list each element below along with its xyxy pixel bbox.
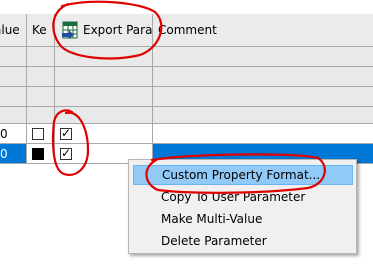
export-cell: ✓ [55, 124, 153, 144]
column-header-value-label: alue [0, 23, 20, 37]
empty-row [0, 47, 373, 67]
checkmark-icon: ✓ [61, 146, 72, 160]
column-header-key-label: Ke [32, 23, 47, 37]
empty-row [0, 87, 373, 107]
menu-item-label: Copy To User Parameter [161, 190, 306, 204]
key-cell [27, 144, 55, 164]
value-text: 0 [0, 147, 8, 161]
menu-item-custom-property-format[interactable]: Custom Property Format... [133, 165, 353, 185]
export-checkbox[interactable]: ✓ [60, 126, 72, 140]
menu-item-copy-to-user-parameter[interactable]: Copy To User Parameter [133, 187, 353, 207]
column-header-export-parameter[interactable]: Export Parar [55, 14, 153, 47]
key-cell [27, 124, 55, 144]
comment-cell[interactable] [153, 124, 373, 144]
column-header-value[interactable]: alue [0, 14, 27, 47]
column-header-comment-label: Comment [158, 23, 217, 37]
empty-row [0, 107, 373, 124]
key-checkbox[interactable] [32, 148, 44, 160]
menu-item-label: Make Multi-Value [161, 212, 263, 226]
empty-row [0, 67, 373, 87]
value-text: 0 [0, 127, 8, 141]
value-cell[interactable]: 0 [0, 144, 27, 164]
menu-item-label: Delete Parameter [161, 234, 267, 248]
excel-export-icon [62, 21, 78, 39]
menu-item-delete-parameter[interactable]: Delete Parameter [133, 231, 353, 251]
column-header-comment[interactable]: Comment [153, 14, 373, 47]
menu-item-label: Custom Property Format... [162, 168, 321, 182]
export-checkbox[interactable]: ✓ [60, 146, 72, 160]
column-header-key[interactable]: Ke [27, 14, 55, 47]
table-row[interactable]: 0 ✓ [0, 124, 373, 144]
menu-item-make-multi-value[interactable]: Make Multi-Value [133, 209, 353, 229]
column-header-export-label: Export Parar [83, 23, 153, 37]
checkmark-icon: ✓ [61, 126, 72, 140]
context-menu: Custom Property Format... Copy To User P… [128, 159, 357, 254]
key-checkbox[interactable] [32, 128, 44, 140]
value-cell[interactable]: 0 [0, 124, 27, 144]
